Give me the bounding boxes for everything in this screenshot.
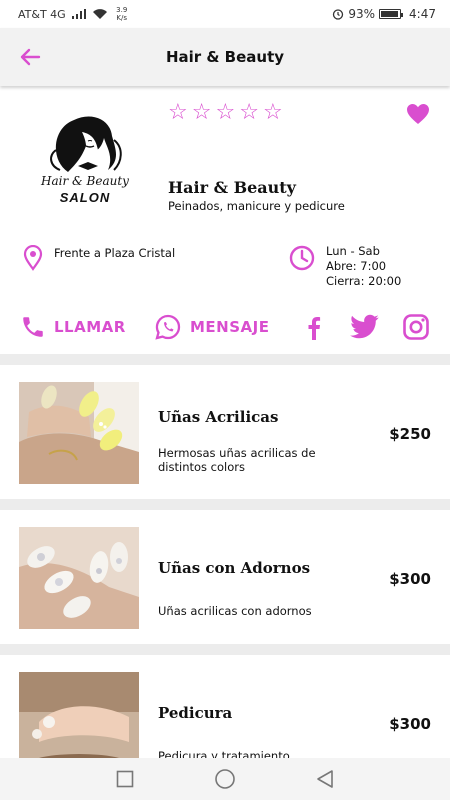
service-description: Pedicura y tratamiento — [158, 749, 290, 758]
triangle-back-nav-icon[interactable] — [316, 769, 334, 789]
instagram-icon — [403, 314, 429, 340]
facebook-button[interactable] — [304, 312, 324, 342]
circle-nav-icon[interactable] — [214, 768, 236, 790]
network-speed: 3.9 K/s — [116, 6, 128, 22]
square-nav-icon[interactable] — [116, 770, 134, 788]
message-button[interactable]: MENSAJE — [154, 312, 269, 342]
heart-icon — [407, 104, 429, 124]
service-photo — [19, 527, 139, 629]
service-item[interactable]: Pedicura $300 Pedicura y tratamiento — [0, 655, 450, 758]
service-item[interactable]: Uñas Acrilicas $250 Hermosas uñas acrili… — [0, 365, 450, 499]
instagram-button[interactable] — [402, 312, 430, 342]
location-pin-icon — [23, 245, 43, 271]
back-button[interactable] — [0, 28, 60, 86]
hours-block: Lun - Sab Abre: 7:00 Cierra: 20:00 — [288, 244, 401, 289]
rating-stars[interactable]: ☆ ☆ ☆ ☆ ☆ — [168, 102, 283, 124]
address-text: Frente a Plaza Cristal — [54, 246, 176, 260]
service-description: Hermosas uñas acrilicas de distintos col… — [158, 446, 316, 474]
alarm-icon — [333, 9, 344, 20]
section-divider — [0, 644, 450, 655]
section-divider — [0, 499, 450, 510]
twitter-button[interactable] — [350, 312, 380, 342]
hours-days: Lun - Sab — [326, 244, 380, 258]
service-image — [19, 382, 139, 484]
wifi-icon — [92, 8, 107, 19]
whatsapp-icon — [155, 314, 181, 340]
battery-icon — [379, 9, 404, 19]
facebook-icon — [308, 317, 321, 340]
service-title: Uñas Acrilicas — [158, 408, 279, 426]
service-title: Pedicura — [158, 704, 233, 722]
hours-open: Abre: 7:00 — [326, 259, 387, 273]
call-button[interactable]: LLAMAR — [20, 312, 126, 342]
system-nav-bar — [0, 758, 450, 800]
star-outline-icon[interactable]: ☆ — [239, 102, 259, 124]
service-description: Uñas acrilicas con adornos — [158, 604, 312, 618]
section-divider — [0, 354, 450, 365]
app-bar: Hair & Beauty — [0, 28, 450, 86]
status-bar: AT&T 4G 3.9 K/s 93% 4:47 — [0, 0, 450, 28]
clock-icon — [289, 245, 315, 271]
call-label: LLAMAR — [54, 318, 126, 336]
service-photo — [19, 672, 139, 758]
clock-time: 4:47 — [409, 7, 436, 21]
salon-logo-image — [50, 116, 122, 172]
business-description: Peinados, manicure y pedicure — [168, 199, 345, 213]
favorite-button[interactable] — [406, 103, 430, 129]
business-header: Hair & Beauty SALON ☆ ☆ ☆ ☆ ☆ Hair & Beauty … — [0, 88, 450, 354]
message-label: MENSAJE — [190, 318, 270, 336]
star-outline-icon[interactable]: ☆ — [192, 102, 212, 124]
service-image — [19, 672, 139, 758]
twitter-icon — [350, 314, 379, 339]
service-photo — [19, 382, 139, 484]
service-price: $300 — [389, 570, 431, 588]
carrier-label: AT&T 4G — [18, 7, 66, 21]
logo-text-line2: SALON — [59, 190, 111, 205]
service-title: Uñas con Adornos — [158, 559, 311, 577]
logo-text-line1: Hair & Beauty — [41, 174, 129, 188]
service-image — [19, 527, 139, 629]
salon-logo: Hair & Beauty SALON — [30, 110, 140, 210]
contact-actions: LLAMAR MENSAJE — [20, 312, 440, 342]
battery-percent: 93% — [348, 7, 376, 21]
service-price: $250 — [389, 425, 431, 443]
address-block[interactable]: Frente a Plaza Cristal — [22, 245, 175, 271]
phone-icon — [23, 317, 43, 337]
hours-close: Cierra: 20:00 — [326, 274, 402, 288]
service-price: $300 — [389, 715, 431, 733]
signal-icon — [71, 9, 86, 19]
business-name: Hair & Beauty — [168, 178, 296, 197]
back-arrow-icon — [20, 48, 41, 66]
page-title: Hair & Beauty — [165, 48, 285, 66]
service-item[interactable]: Uñas con Adornos $300 Uñas acrilicas con… — [0, 510, 450, 644]
star-outline-icon[interactable]: ☆ — [168, 102, 188, 124]
star-outline-icon[interactable]: ☆ — [263, 102, 283, 124]
star-outline-icon[interactable]: ☆ — [215, 102, 235, 124]
